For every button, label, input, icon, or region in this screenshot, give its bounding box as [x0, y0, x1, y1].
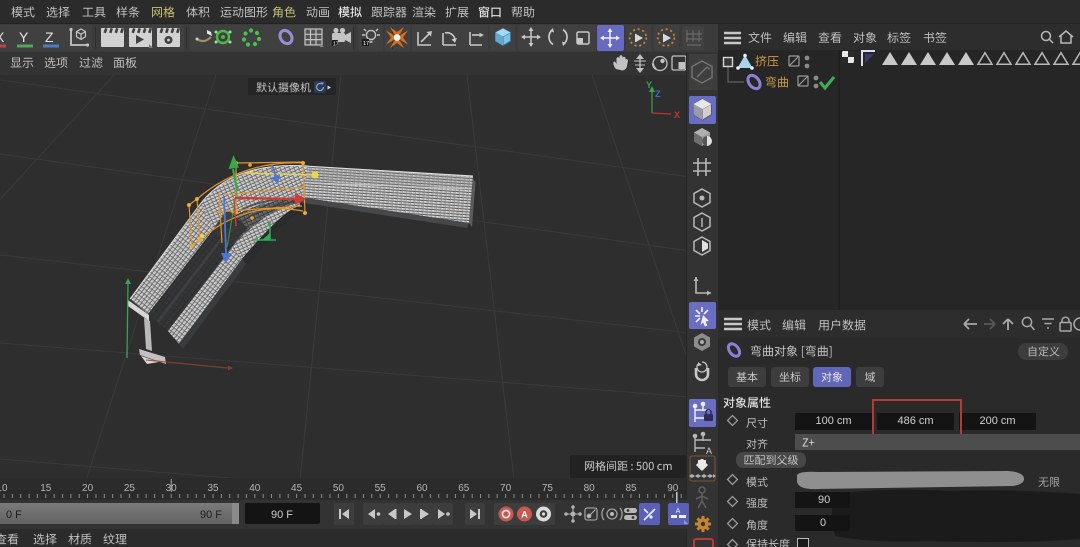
svg-text:Z: Z — [655, 89, 661, 99]
svg-text:60: 60 — [416, 483, 428, 494]
svg-text:X: X — [0, 29, 5, 45]
svg-text:A: A — [706, 446, 712, 456]
svg-text:55: 55 — [375, 483, 387, 494]
svg-text:80: 80 — [584, 483, 596, 494]
svg-text:75: 75 — [542, 483, 554, 494]
svg-text:A: A — [676, 508, 681, 515]
svg-text:15: 15 — [40, 483, 52, 494]
svg-text:17: 17 — [333, 42, 339, 48]
svg-text:10: 10 — [0, 483, 8, 494]
svg-text:85: 85 — [625, 483, 637, 494]
svg-text:Z: Z — [45, 29, 54, 45]
svg-text:35: 35 — [207, 483, 219, 494]
svg-text:90 F: 90 F — [271, 509, 293, 521]
svg-text:20: 20 — [82, 483, 94, 494]
svg-text:Y: Y — [646, 80, 652, 90]
svg-text:90 F: 90 F — [200, 509, 222, 521]
svg-text:65: 65 — [458, 483, 470, 494]
svg-text:70: 70 — [500, 483, 512, 494]
svg-text:A: A — [521, 510, 528, 520]
svg-text:50: 50 — [333, 483, 345, 494]
svg-text:0 F: 0 F — [6, 509, 22, 521]
svg-text:25: 25 — [124, 483, 136, 494]
svg-text:17: 17 — [363, 41, 369, 47]
svg-text:Y: Y — [19, 29, 29, 45]
svg-text:45: 45 — [291, 483, 303, 494]
svg-text:X: X — [674, 110, 680, 120]
svg-text:40: 40 — [249, 483, 261, 494]
